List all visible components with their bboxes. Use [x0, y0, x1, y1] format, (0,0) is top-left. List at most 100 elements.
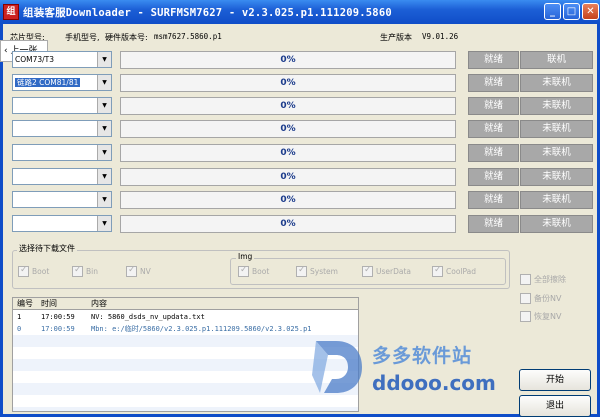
connection-badge: 未联机 [520, 168, 593, 186]
status-badge: 就绪 [468, 144, 519, 162]
app-icon[interactable]: 组 [3, 4, 19, 20]
progress-text: 0% [280, 172, 296, 182]
checkbox-box[interactable] [520, 293, 531, 304]
checkbox-box[interactable] [72, 265, 83, 277]
channel-row: ▼ 0% 就绪 未联机 [12, 97, 598, 115]
chevron-down-icon[interactable]: ▼ [97, 75, 111, 90]
progress-text: 0% [280, 78, 296, 88]
window-title: 组装客服Downloader - SURFMSM7627 - v2.3.025.… [23, 7, 392, 19]
progress-text: 0% [280, 124, 296, 134]
chevron-down-icon[interactable]: ▼ [97, 145, 111, 160]
progress-bar: 0% [120, 144, 456, 162]
table-row[interactable]: 0 17:00:59 Mbn: e:/临时/5860/v2.3.025.p1.1… [13, 323, 358, 335]
watermark-en: ddooo.com [372, 371, 496, 395]
checkbox-box[interactable] [520, 311, 531, 322]
hw-label: 硬件版本号: [105, 33, 148, 42]
progress-text: 0% [280, 195, 296, 205]
minimize-button[interactable]: _ [544, 3, 561, 20]
connection-badge: 未联机 [520, 74, 593, 92]
log-header: 编号 时间 内容 [13, 298, 358, 310]
chevron-down-icon[interactable]: ▼ [97, 121, 111, 136]
channel-row: ▼ 0% 就绪 未联机 [12, 168, 598, 186]
port-select[interactable]: ▼ [12, 97, 112, 114]
port-select[interactable]: ▼ [12, 215, 112, 232]
file-nv-checkbox[interactable]: NV [126, 265, 151, 277]
hw-value: msm7627.5860.p1 [154, 32, 222, 41]
chevron-down-icon[interactable]: ▼ [97, 216, 111, 231]
channel-row: ▼ 0% 就绪 未联机 [12, 191, 598, 209]
connection-badge: 未联机 [520, 97, 593, 115]
connection-badge: 未联机 [520, 144, 593, 162]
status-badge: 就绪 [468, 74, 519, 92]
row-stripe [13, 335, 358, 347]
channel-row: 链路2 COM81/81 ▼ 0% 就绪 未联机 [12, 74, 598, 92]
port-select[interactable]: ▼ [12, 168, 112, 185]
port-select[interactable]: COM73/T3 ▼ [12, 51, 112, 68]
img-system-checkbox[interactable]: System [296, 265, 338, 277]
checkbox-box[interactable] [432, 265, 443, 277]
col-time[interactable]: 时间 [41, 298, 57, 310]
status-badge: 就绪 [468, 215, 519, 233]
chevron-down-icon[interactable]: ▼ [97, 98, 111, 113]
channel-row: ▼ 0% 就绪 未联机 [12, 215, 598, 233]
prod-label: 生产版本 [380, 33, 412, 42]
port-select[interactable]: 链路2 COM81/81 ▼ [12, 74, 112, 91]
chevron-down-icon[interactable]: ▼ [97, 52, 111, 67]
progress-text: 0% [280, 55, 296, 65]
checkbox-box[interactable] [238, 265, 249, 277]
exit-button[interactable]: 退出 [519, 395, 591, 417]
file-select-title: 选择待下载文件 [17, 243, 77, 254]
chevron-left-icon: ‹ [4, 46, 8, 56]
connection-badge: 未联机 [520, 215, 593, 233]
img-group-title: Img [236, 252, 255, 261]
phone-label: 手机型号, [65, 33, 100, 42]
chevron-down-icon[interactable]: ▼ [97, 169, 111, 184]
chevron-down-icon[interactable]: ▼ [97, 192, 111, 207]
progress-text: 0% [280, 219, 296, 229]
checkbox-box[interactable] [126, 265, 137, 277]
progress-bar: 0% [120, 74, 456, 92]
option-restore-nv-checkbox[interactable]: 恢复NV [520, 311, 561, 322]
port-select[interactable]: ▼ [12, 144, 112, 161]
file-boot-checkbox[interactable]: Boot [18, 265, 49, 277]
start-button[interactable]: 开始 [519, 369, 591, 391]
status-badge: 就绪 [468, 97, 519, 115]
status-badge: 就绪 [468, 120, 519, 138]
maximize-button[interactable]: □ [563, 3, 580, 20]
status-badge: 就绪 [468, 168, 519, 186]
progress-bar: 0% [120, 191, 456, 209]
progress-text: 0% [280, 101, 296, 111]
img-boot-checkbox[interactable]: Boot [238, 265, 269, 277]
channel-row: ▼ 0% 就绪 未联机 [12, 120, 598, 138]
checkbox-box[interactable] [18, 265, 29, 277]
img-userdata-checkbox[interactable]: UserData [362, 265, 411, 277]
watermark-cn: 多多软件站 [372, 345, 473, 367]
watermark-logo-icon [312, 341, 362, 393]
channel-row: COM73/T3 ▼ 0% 就绪 联机 [12, 51, 598, 69]
option-erase-all-checkbox[interactable]: 全部擦除 [520, 274, 566, 285]
port-select[interactable]: ▼ [12, 120, 112, 137]
col-num[interactable]: 编号 [17, 298, 33, 310]
connection-badge: 未联机 [520, 191, 593, 209]
progress-bar: 0% [120, 120, 456, 138]
port-select[interactable]: ▼ [12, 191, 112, 208]
channel-row: ▼ 0% 就绪 未联机 [12, 144, 598, 162]
checkbox-box[interactable] [362, 265, 373, 277]
checkbox-box[interactable] [296, 265, 307, 277]
log-table[interactable]: 编号 时间 内容 1 17:00:59 NV: 5860_dsds_nv_upd… [12, 297, 359, 412]
close-button[interactable]: ✕ [582, 3, 599, 20]
option-backup-nv-checkbox[interactable]: 备份NV [520, 293, 561, 304]
progress-bar: 0% [120, 168, 456, 186]
table-row[interactable]: 1 17:00:59 NV: 5860_dsds_nv_updata.txt [13, 311, 358, 323]
file-bin-checkbox[interactable]: Bin [72, 265, 98, 277]
checkbox-box[interactable] [520, 274, 531, 285]
title-bar[interactable]: 组 组装客服Downloader - SURFMSM7627 - v2.3.02… [0, 0, 600, 24]
status-badge: 就绪 [468, 51, 519, 69]
img-coolpad-checkbox[interactable]: CoolPad [432, 265, 476, 277]
row-stripe [13, 407, 358, 411]
col-content[interactable]: 内容 [91, 298, 107, 310]
row-stripe [13, 359, 358, 371]
status-badge: 就绪 [468, 191, 519, 209]
prod-value: V9.01.26 [422, 32, 459, 41]
progress-bar: 0% [120, 97, 456, 115]
